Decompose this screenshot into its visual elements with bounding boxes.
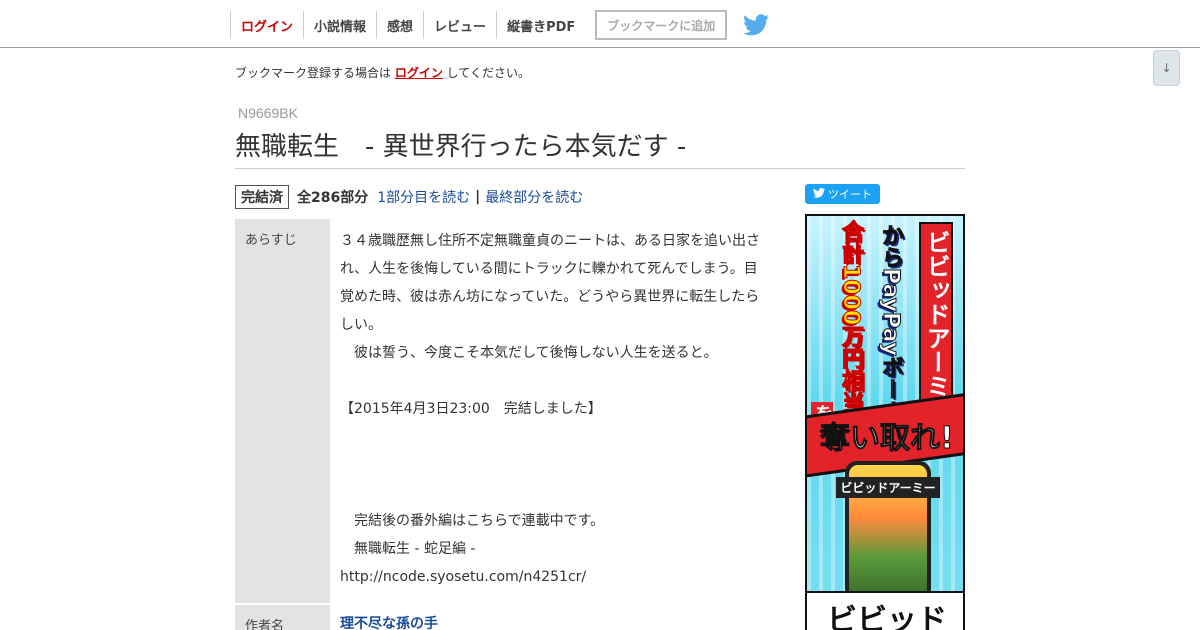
episode-count: 全286部分: [297, 189, 369, 206]
login-note-prefix: ブックマーク登録する場合は: [235, 66, 395, 80]
nav-novel-info[interactable]: 小説情報: [303, 11, 376, 39]
nav-vertical-pdf[interactable]: 縦書きPDF: [496, 11, 585, 39]
ad-phone-image: ビビッドアーミー: [836, 461, 940, 601]
nav-impressions[interactable]: 感想: [376, 11, 423, 39]
advertisement-banner[interactable]: ビビッドアーミー からPayPayボーナス※ 合計1000万円相当 を 奪い取れ…: [805, 214, 965, 630]
synopsis-line: [340, 451, 775, 479]
novel-code: N9669BK: [238, 105, 298, 121]
author-link[interactable]: 理不尽な孫の手: [340, 616, 438, 630]
ad-phone-logo: ビビッドアーミー: [836, 477, 940, 498]
ad-bottom-text: ビビッド: [827, 603, 947, 630]
scroll-down-button[interactable]: ↓: [1153, 50, 1180, 86]
ad-phone-screen: ビビッドアーミー: [836, 465, 940, 597]
synopsis-row: あらすじ ３４歳職歴無し住所不定無職童貞のニートは、ある日家を追い出さ れ、人生…: [235, 219, 785, 603]
add-bookmark-button[interactable]: ブックマークに追加: [595, 10, 728, 40]
synopsis-line: しい。: [340, 317, 382, 333]
synopsis-line: http://ncode.syosetu.com/n4251cr/: [340, 569, 587, 585]
ad-banner-text: 奪い取れ!: [820, 421, 955, 457]
completed-badge: 完結済: [235, 184, 289, 209]
episode-status-row: 完結済 全286部分 1部分目を読む | 最終部分を読む: [235, 184, 583, 209]
tweet-label: ツイート: [828, 188, 872, 201]
top-navigation-bar: ログイン 小説情報 感想 レビュー 縦書きPDF ブックマークに追加: [0, 0, 1200, 48]
read-last-link[interactable]: 最終部分を読む: [485, 187, 583, 207]
author-label: 作者名: [235, 605, 330, 630]
synopsis-line: [340, 423, 775, 451]
synopsis-line: れ、人生を後悔している間にトラックに轢かれて死んでしまう。目: [340, 261, 758, 277]
synopsis-line: 無職転生 - 蛇足編 -: [340, 541, 476, 557]
nav-review[interactable]: レビュー: [423, 11, 496, 39]
nav-menu: ログイン 小説情報 感想 レビュー 縦書きPDF ブックマークに追加: [230, 10, 770, 40]
synopsis-line: 【2015年4月3日23:00 完結しました】: [340, 401, 602, 417]
nav-login[interactable]: ログイン: [230, 11, 303, 39]
synopsis-line: [340, 479, 775, 507]
twitter-bird-icon: [813, 187, 825, 201]
login-note-suffix: してください。: [442, 66, 530, 80]
synopsis-line: ３４歳職歴無し住所不定無職童貞のニートは、ある日家を追い出さ: [340, 233, 760, 249]
synopsis-line: 覚めた時、彼は赤ん坊になっていた。どうやら異世界に転生したら: [340, 289, 760, 305]
novel-info-table: あらすじ ３４歳職歴無し住所不定無職童貞のニートは、ある日家を追い出さ れ、人生…: [235, 219, 785, 630]
twitter-bird-icon[interactable]: [743, 14, 770, 36]
read-first-link[interactable]: 1部分目を読む: [377, 187, 470, 207]
synopsis-line: [340, 367, 775, 395]
link-separator: |: [475, 188, 481, 205]
synopsis-line: 完結後の番外編はこちらで連載中です。: [340, 513, 605, 529]
synopsis-label: あらすじ: [235, 219, 330, 603]
bookmark-login-note: ブックマーク登録する場合は ログイン してください。: [235, 64, 530, 81]
author-cell: 理不尽な孫の手: [330, 605, 785, 630]
login-link[interactable]: ログイン: [395, 66, 443, 80]
ad-text-line3: 合計1000万円相当: [838, 219, 864, 414]
tweet-button[interactable]: ツイート: [805, 184, 880, 204]
synopsis-line: 彼は誓う、今度こそ本気だして後悔しない人生を送ると。: [340, 345, 718, 361]
novel-title: 無職転生 - 異世界行ったら本気だす -: [235, 132, 687, 162]
title-divider: [235, 168, 965, 169]
ad-bottom-logo: ビビッド: [807, 591, 963, 630]
author-row: 作者名 理不尽な孫の手: [235, 605, 785, 630]
synopsis-text: ３４歳職歴無し住所不定無職童貞のニートは、ある日家を追い出さ れ、人生を後悔して…: [330, 219, 785, 603]
